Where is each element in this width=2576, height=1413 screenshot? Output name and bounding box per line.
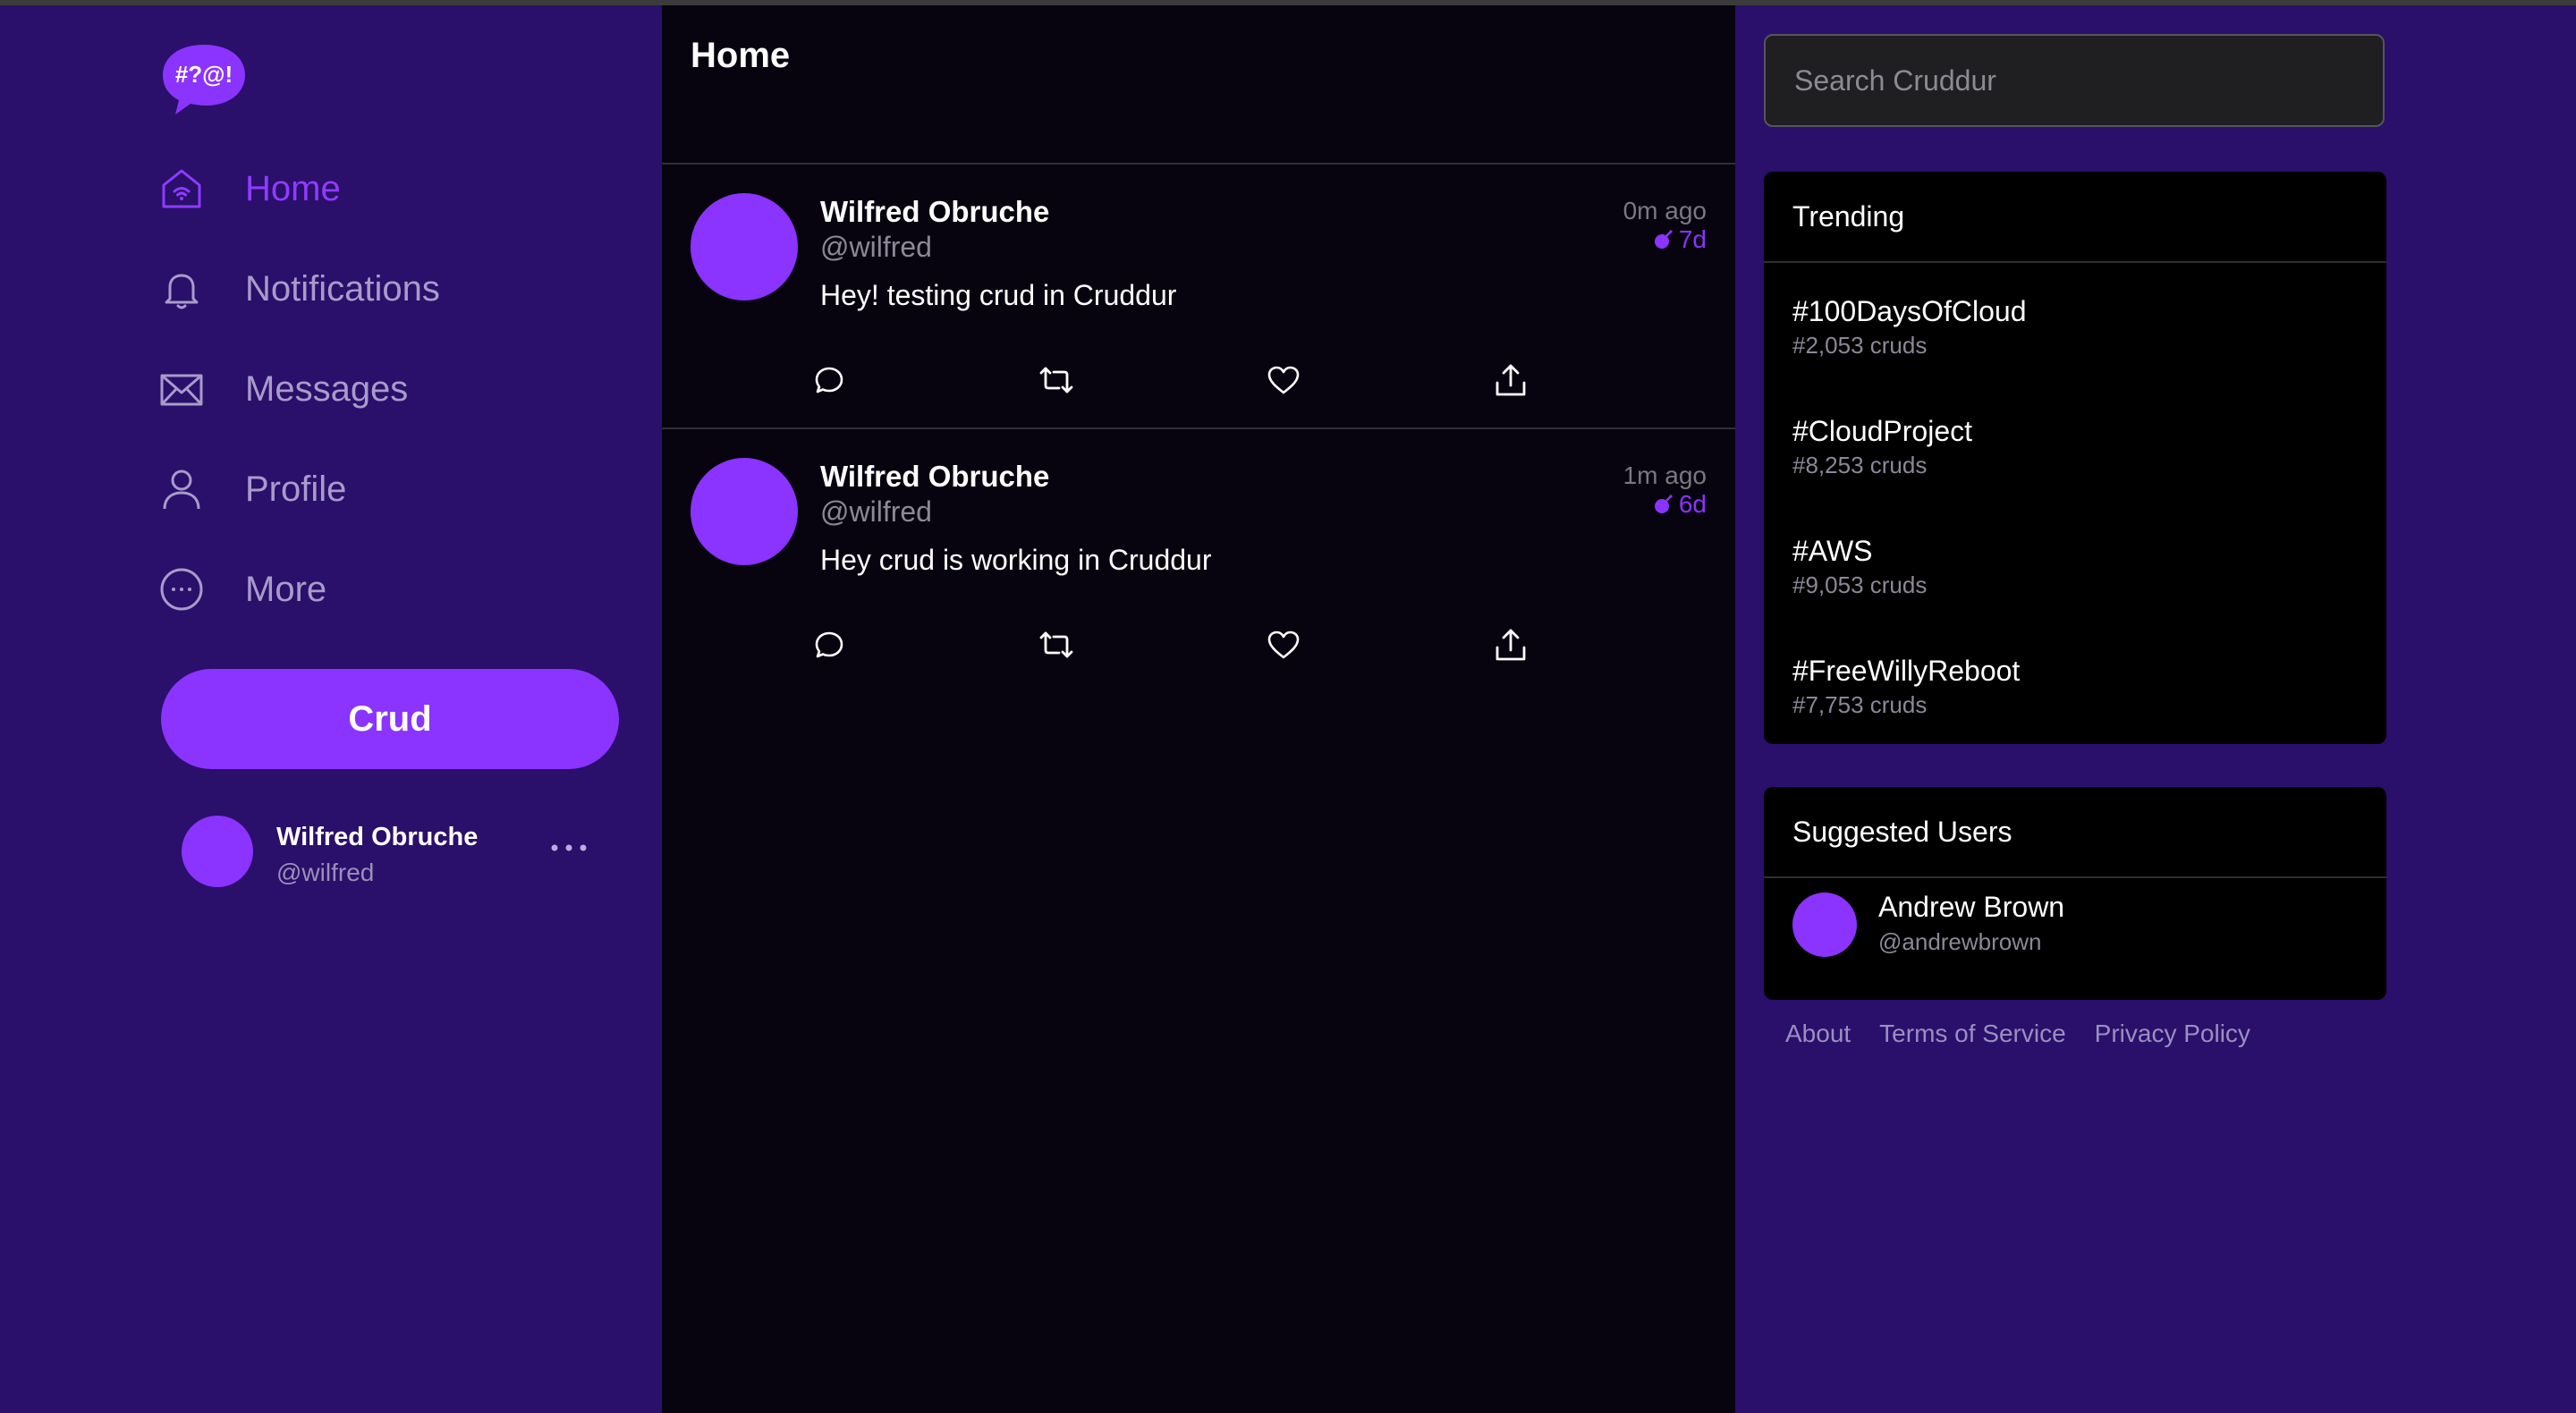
suggested-user-handle: @andrewbrown: [1878, 928, 2042, 955]
right-column: Trending #100DaysOfCloud #2,053 cruds #C…: [1735, 5, 2576, 1413]
bomb-icon: [1654, 495, 1673, 513]
sidebar-item-profile[interactable]: Profile: [157, 458, 346, 520]
avatar[interactable]: [691, 193, 798, 300]
sidebar-item-label: More: [245, 569, 327, 609]
logo-text: #?@!: [175, 61, 233, 88]
trending-item[interactable]: #CloudProject #8,253 cruds: [1792, 415, 1972, 479]
avatar: [182, 816, 253, 887]
trending-tag: #AWS: [1792, 535, 1873, 567]
like-icon[interactable]: [1261, 358, 1306, 402]
suggested-users-panel: Suggested Users Andrew Brown @andrewbrow…: [1764, 787, 2386, 1000]
footer-link-terms[interactable]: Terms of Service: [1879, 1020, 2066, 1048]
trending-count: #9,053 cruds: [1792, 571, 1928, 598]
post-author[interactable]: Wilfred Obruche: [820, 195, 1049, 229]
sidebar-item-notifications[interactable]: Notifications: [157, 258, 440, 320]
post-actions: [807, 358, 1526, 402]
post-time: 0m ago: [1623, 197, 1707, 224]
trending-item[interactable]: #AWS #9,053 cruds: [1792, 535, 1927, 599]
post-text: Hey crud is working in Cruddur: [820, 544, 1212, 576]
current-user-handle: @wilfred: [276, 859, 375, 886]
sidebar-item-label: Notifications: [245, 268, 440, 309]
post-time: 1m ago: [1623, 461, 1707, 489]
suggested-user[interactable]: Andrew Brown @andrewbrown: [1792, 889, 2365, 960]
sidebar-item-label: Messages: [245, 368, 409, 409]
post-text: Hey! testing crud in Cruddur: [820, 279, 1177, 311]
trending-item[interactable]: #FreeWillyReboot #7,753 cruds: [1792, 655, 2020, 719]
trending-tag: #FreeWillyReboot: [1792, 655, 2021, 687]
sidebar-item-home[interactable]: Home: [157, 157, 341, 220]
post-expires: 6d: [1652, 490, 1707, 519]
person-icon: [157, 465, 206, 513]
suggested-user-name: Andrew Brown: [1878, 891, 2065, 923]
repost-icon[interactable]: [1034, 358, 1079, 402]
trending-count: #8,253 cruds: [1792, 452, 1928, 478]
feed: Home Wilfred Obruche @wilfred Hey! testi…: [662, 5, 1735, 1413]
post-actions: [807, 622, 1526, 667]
suggested-users-title: Suggested Users: [1764, 787, 2386, 878]
post[interactable]: Wilfred Obruche @wilfred Hey crud is wor…: [662, 429, 1735, 692]
trending-title: Trending: [1764, 172, 2386, 263]
trending-tag: #100DaysOfCloud: [1792, 295, 2027, 327]
trending-tag: #CloudProject: [1792, 415, 1972, 447]
post-author[interactable]: Wilfred Obruche: [820, 460, 1049, 494]
footer-link-about[interactable]: About: [1785, 1020, 1851, 1048]
reply-icon[interactable]: [807, 358, 852, 402]
ellipsis-icon[interactable]: [547, 830, 591, 866]
expires-label: 6d: [1678, 490, 1707, 518]
sidebar-item-label: Home: [245, 168, 341, 208]
cruddur-logo-icon[interactable]: #?@!: [159, 41, 249, 118]
post-handle[interactable]: @wilfred: [820, 495, 932, 529]
sidebar-item-messages[interactable]: Messages: [157, 358, 408, 420]
trending-count: #7,753 cruds: [1792, 691, 1928, 718]
trending-count: #2,053 cruds: [1792, 332, 1928, 359]
page-title: Home: [691, 36, 791, 75]
post-handle[interactable]: @wilfred: [820, 231, 932, 264]
crud-button[interactable]: Crud: [161, 669, 619, 769]
expires-label: 7d: [1678, 225, 1707, 253]
post-expires: 7d: [1652, 225, 1707, 254]
avatar[interactable]: [691, 458, 798, 565]
sidebar-item-more[interactable]: More: [157, 558, 326, 621]
footer-link-privacy[interactable]: Privacy Policy: [2095, 1020, 2250, 1048]
sidebar-item-label: Profile: [245, 469, 347, 509]
home-icon: [157, 165, 206, 213]
repost-icon[interactable]: [1034, 622, 1079, 667]
current-user-name: Wilfred Obruche: [276, 823, 479, 851]
bell-icon: [157, 265, 206, 313]
bomb-icon: [1654, 230, 1673, 249]
trending-item[interactable]: #100DaysOfCloud #2,053 cruds: [1792, 295, 2026, 360]
current-user-card[interactable]: Wilfred Obruche @wilfred: [182, 814, 602, 894]
envelope-icon: [157, 365, 206, 413]
avatar: [1792, 893, 1857, 957]
share-icon[interactable]: [1488, 622, 1533, 667]
share-icon[interactable]: [1488, 358, 1533, 402]
trending-panel: Trending #100DaysOfCloud #2,053 cruds #C…: [1764, 172, 2386, 744]
footer-links: About Terms of Service Privacy Policy: [1785, 1020, 2279, 1048]
more-circle-icon: [157, 565, 206, 613]
reply-icon[interactable]: [807, 622, 852, 667]
search-input[interactable]: [1764, 34, 2385, 127]
sidebar: #?@! Home Notifications Messages Profile…: [0, 5, 662, 1413]
like-icon[interactable]: [1261, 622, 1306, 667]
post[interactable]: Wilfred Obruche @wilfred Hey! testing cr…: [662, 165, 1735, 427]
